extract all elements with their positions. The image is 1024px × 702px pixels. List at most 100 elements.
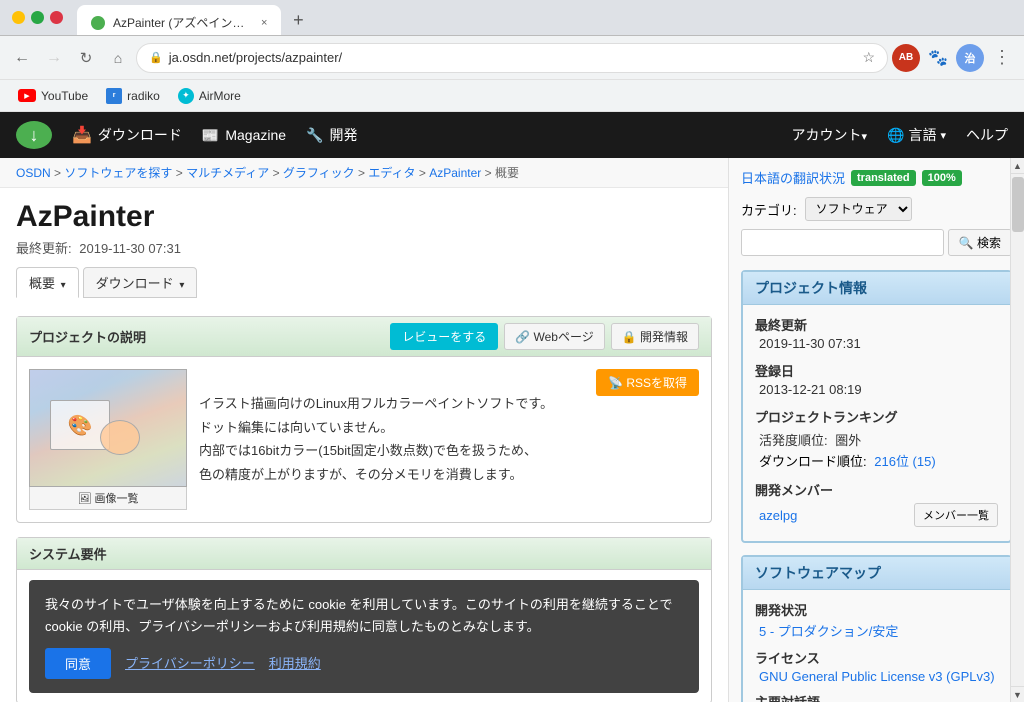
breadcrumb-current: 概要 xyxy=(495,166,519,180)
desc-text-area: イラスト描画向けのLinux用フルカラーペイントソフトです。 ドット編集には向い… xyxy=(199,369,584,486)
dev-status-value[interactable]: 5 - プロダクション/安定 xyxy=(755,624,898,639)
bookmark-airmore[interactable]: ✦ AirMore xyxy=(170,85,249,107)
info-ranking: プロジェクトランキング 活発度順位: 圏外 ダウンロード順位: 216位 (15… xyxy=(755,407,998,470)
search-input[interactable] xyxy=(741,229,944,256)
home-btn[interactable]: ⌂ xyxy=(104,44,132,72)
bookmarks-bar: ▶ YouTube r radiko ✦ AirMore xyxy=(0,80,1024,112)
info-download-rank-row: ダウンロード順位: 216位 (15) xyxy=(755,451,998,470)
site-logo[interactable]: ↓ xyxy=(16,121,52,149)
project-desc-header: プロジェクトの説明 レビューをする 🔗 Webページ 🔒 開発情報 xyxy=(17,317,711,357)
scrollbar-thumb[interactable] xyxy=(1012,177,1024,232)
dl-rank-label: ダウンロード順位: xyxy=(759,454,867,469)
screenshot-area: 🎨 🖼 画像一覧 xyxy=(29,369,187,510)
site-nav: ↓ 📥 ダウンロード 📰 Magazine 🔧 開発 アカウント▾ 🌐 言語▾ … xyxy=(0,112,1024,158)
members-row: azelpg メンバー一覧 xyxy=(755,503,998,527)
maximize-btn[interactable] xyxy=(31,11,44,24)
nav-right: アカウント▾ 🌐 言語▾ ヘルプ xyxy=(792,125,1009,145)
title-area: AzPainter 最終更新: 2019-11-30 07:31 概要 ▾ ダウ… xyxy=(0,188,728,316)
language-section: 主要対話語 xyxy=(755,692,998,702)
license-section: ライセンス GNU General Public License v3 (GPL… xyxy=(755,648,998,684)
subnav-download[interactable]: ダウンロード ▾ xyxy=(83,267,198,298)
last-update-row: 最終更新: 2019-11-30 07:31 xyxy=(16,238,712,257)
reload-btn[interactable]: ↻ xyxy=(72,44,100,72)
tab-title: AzPainter (アズペインタ... xyxy=(113,14,253,31)
back-btn[interactable]: ← xyxy=(8,44,36,72)
breadcrumb-editor[interactable]: エディタ xyxy=(368,166,415,180)
active-tab[interactable]: AzPainter (アズペインタ... × xyxy=(77,5,281,35)
bookmark-youtube[interactable]: ▶ YouTube xyxy=(10,86,96,106)
nav-account[interactable]: アカウント▾ xyxy=(792,125,868,145)
url-text: ja.osdn.net/projects/azpainter/ xyxy=(169,50,857,65)
nav-dev[interactable]: 🔧 開発 xyxy=(306,125,357,145)
url-bar[interactable]: 🔒 ja.osdn.net/projects/azpainter/ ☆ xyxy=(136,43,888,73)
window-chrome: AzPainter (アズペインタ... × + xyxy=(0,0,1024,36)
minimize-btn[interactable] xyxy=(12,11,25,24)
nav-language[interactable]: 🌐 言語▾ xyxy=(887,125,946,145)
breadcrumb-osdn[interactable]: OSDN xyxy=(16,166,51,180)
member-link[interactable]: azelpg xyxy=(759,508,797,523)
nav-help[interactable]: ヘルプ xyxy=(966,125,1008,145)
member-list-btn[interactable]: メンバー一覧 xyxy=(914,503,998,527)
rss-area: 📡 RSSを取得 xyxy=(596,369,699,396)
web-btn[interactable]: 🔗 Webページ xyxy=(504,323,605,350)
last-update-value: 2019-11-30 07:31 xyxy=(79,241,181,256)
nav-download[interactable]: 📥 ダウンロード xyxy=(72,125,182,145)
info-registered-label: 登録日 xyxy=(755,361,998,380)
tab-close-icon[interactable]: × xyxy=(261,17,267,29)
translation-label: 日本語の翻訳状況 xyxy=(741,168,845,187)
dev-status-label: 開発状況 xyxy=(755,600,998,619)
search-row: 🔍 検索 xyxy=(741,229,1012,256)
software-map-body: 開発状況 5 - プロダクション/安定 ライセンス GNU General Pu… xyxy=(743,590,1010,702)
language-label: 主要対話語 xyxy=(755,692,998,702)
terms-link[interactable]: 利用規約 xyxy=(269,653,321,675)
project-info-body: 最終更新 2019-11-30 07:31 登録日 2013-12-21 08:… xyxy=(743,305,1010,541)
category-select[interactable]: ソフトウェア プロジェクト 全て xyxy=(805,197,912,221)
subnav-overview[interactable]: 概要 ▾ xyxy=(16,267,79,298)
system-req-header: システム要件 xyxy=(17,538,711,570)
magazine-icon: 📰 xyxy=(202,127,219,144)
dl-rank-value[interactable]: 216位 (15) xyxy=(874,454,935,469)
wrench-icon: 🔧 xyxy=(306,127,323,144)
breadcrumb-azpainter[interactable]: AzPainter xyxy=(429,166,481,180)
license-value[interactable]: GNU General Public License v3 (GPLv3) xyxy=(755,669,995,684)
breadcrumb-search[interactable]: ソフトウェアを探す xyxy=(64,166,172,180)
cookie-actions: 同意 プライバシーポリシー 利用規約 xyxy=(45,648,683,679)
breadcrumb: OSDN > ソフトウェアを探す > マルチメディア > グラフィック > エデ… xyxy=(0,158,728,188)
bookmark-radiko[interactable]: r radiko xyxy=(98,85,168,107)
paw-icon[interactable]: 🐾 xyxy=(924,44,952,72)
radiko-label: radiko xyxy=(127,89,160,103)
new-tab-btn[interactable]: + xyxy=(285,7,311,33)
agree-btn[interactable]: 同意 xyxy=(45,648,111,679)
review-btn[interactable]: レビューをする xyxy=(390,323,498,350)
search-btn[interactable]: 🔍 検索 xyxy=(948,229,1012,256)
rss-btn[interactable]: 📡 RSSを取得 xyxy=(596,369,699,396)
info-members-label: 開発メンバー xyxy=(755,480,998,499)
forward-btn[interactable]: → xyxy=(40,44,68,72)
extension-icon[interactable]: AB xyxy=(892,44,920,72)
screenshot-caption[interactable]: 🖼 画像一覧 xyxy=(29,487,187,510)
profile-btn[interactable]: 治 xyxy=(956,44,984,72)
download-label: ダウンロード xyxy=(98,125,182,145)
project-desc-body: 🎨 🖼 画像一覧 イラスト描画向けのLinux用フルカラーペイントソフトです。 … xyxy=(17,357,711,522)
dev-status-section: 開発状況 5 - プロダクション/安定 xyxy=(755,600,998,640)
activity-value: 圏外 xyxy=(835,433,861,448)
scrollbar-down-btn[interactable]: ▼ xyxy=(1011,686,1024,702)
youtube-label: YouTube xyxy=(41,89,88,103)
breadcrumb-multimedia[interactable]: マルチメディア xyxy=(186,166,269,180)
close-btn[interactable] xyxy=(50,11,63,24)
info-activity-row: 活発度順位: 圏外 xyxy=(755,430,998,449)
category-label: カテゴリ: xyxy=(741,200,797,219)
nav-magazine[interactable]: 📰 Magazine xyxy=(202,127,286,144)
page-content: ↓ 📥 ダウンロード 📰 Magazine 🔧 開発 アカウント▾ 🌐 言語▾ … xyxy=(0,112,1024,702)
breadcrumb-graphics[interactable]: グラフィック xyxy=(283,166,355,180)
menu-btn[interactable]: ⋮ xyxy=(988,44,1016,72)
project-desc-box: プロジェクトの説明 レビューをする 🔗 Webページ 🔒 開発情報 🎨 xyxy=(16,316,712,523)
privacy-link[interactable]: プライバシーポリシー xyxy=(125,653,255,675)
star-icon[interactable]: ☆ xyxy=(862,49,875,66)
youtube-icon: ▶ xyxy=(18,89,36,102)
project-info-header: プロジェクト情報 xyxy=(743,272,1010,305)
dev-info-btn[interactable]: 🔒 開発情報 xyxy=(611,323,699,350)
category-row: カテゴリ: ソフトウェア プロジェクト 全て xyxy=(741,197,1012,221)
scrollbar-up-btn[interactable]: ▲ xyxy=(1011,158,1024,174)
screenshot-box: 🎨 xyxy=(29,369,187,487)
